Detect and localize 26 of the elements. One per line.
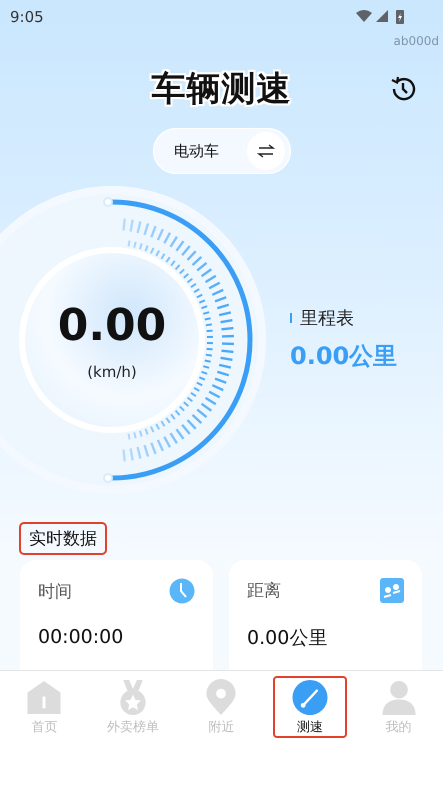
stat-value: 0.00公里 [247,626,328,651]
status-time: 9:05 [10,8,44,26]
stat-label: 时间 [38,580,72,602]
page-title: 车辆测速 [152,68,292,111]
nav-tab[interactable]: 我的 [362,676,436,738]
stat-label: 距离 [247,580,281,602]
odometer-value: 0.00公里 [290,341,398,372]
speed-unit: (km/h) [87,363,137,381]
person-icon [380,679,418,716]
swap-icon [257,144,275,158]
speedometer-icon [291,679,330,716]
nav-tab[interactable]: 外卖榜单 [96,676,170,738]
swap-button[interactable] [247,132,285,170]
device-tag: ab000d [394,34,439,50]
nav-tab[interactable]: 测速 [273,676,348,738]
section-title: 实时数据 [19,522,107,554]
stat-value: 00:00:00 [38,626,124,648]
odometer-label: 里程表 [300,307,354,330]
home-icon [25,679,64,716]
clock-icon [169,578,195,604]
history-icon[interactable] [389,75,417,103]
nav-tab[interactable]: 附近 [184,676,258,738]
vehicle-type-label: 电动车 [174,142,219,160]
nav-tab[interactable]: 首页 [7,676,82,738]
speed-value: 0.00 [58,300,166,351]
route-icon [380,578,404,603]
